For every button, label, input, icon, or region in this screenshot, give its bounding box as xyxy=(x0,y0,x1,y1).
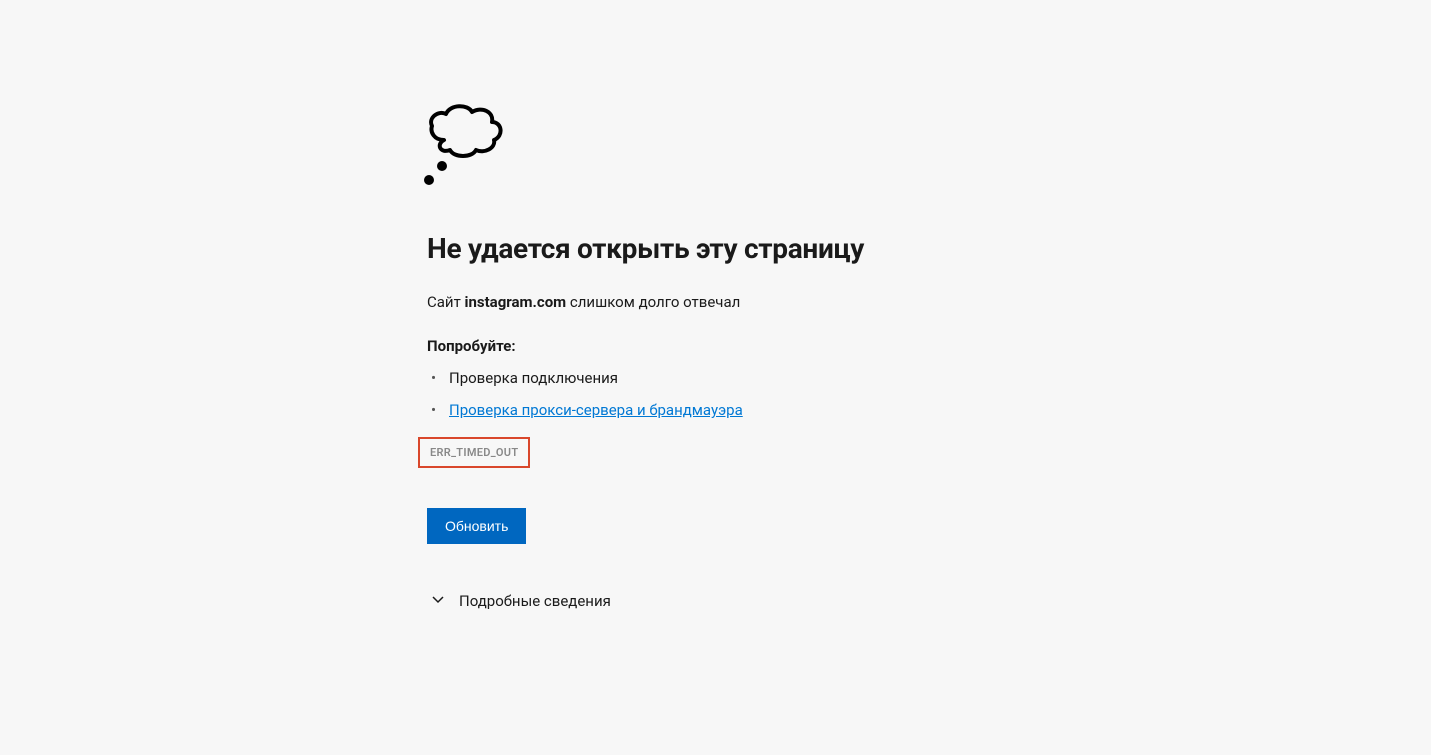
subtitle-domain: instagram.com xyxy=(465,293,567,311)
details-toggle[interactable]: Подробные сведения xyxy=(427,592,1007,610)
suggestion-item: Проверка прокси-сервера и брандмауэра xyxy=(427,401,1007,419)
page-title: Не удается открыть эту страницу xyxy=(427,232,1007,265)
subtitle-suffix: слишком долго отвечал xyxy=(566,293,740,311)
subtitle-prefix: Сайт xyxy=(427,293,465,311)
try-label: Попробуйте: xyxy=(427,337,1007,355)
details-label: Подробные сведения xyxy=(459,592,611,610)
reload-button[interactable]: Обновить xyxy=(427,508,526,544)
thought-cloud-icon xyxy=(424,100,1007,192)
error-code: ERR_TIMED_OUT xyxy=(418,437,530,468)
error-subtitle: Сайт instagram.com слишком долго отвечал xyxy=(427,293,1007,311)
chevron-down-icon xyxy=(431,592,445,610)
suggestion-text: Проверка подключения xyxy=(449,369,618,387)
suggestions-list: Проверка подключения Проверка прокси-сер… xyxy=(427,369,1007,419)
error-page-container: Не удается открыть эту страницу Сайт ins… xyxy=(427,0,1007,610)
suggestion-item: Проверка подключения xyxy=(427,369,1007,387)
proxy-firewall-link[interactable]: Проверка прокси-сервера и брандмауэра xyxy=(449,401,743,419)
